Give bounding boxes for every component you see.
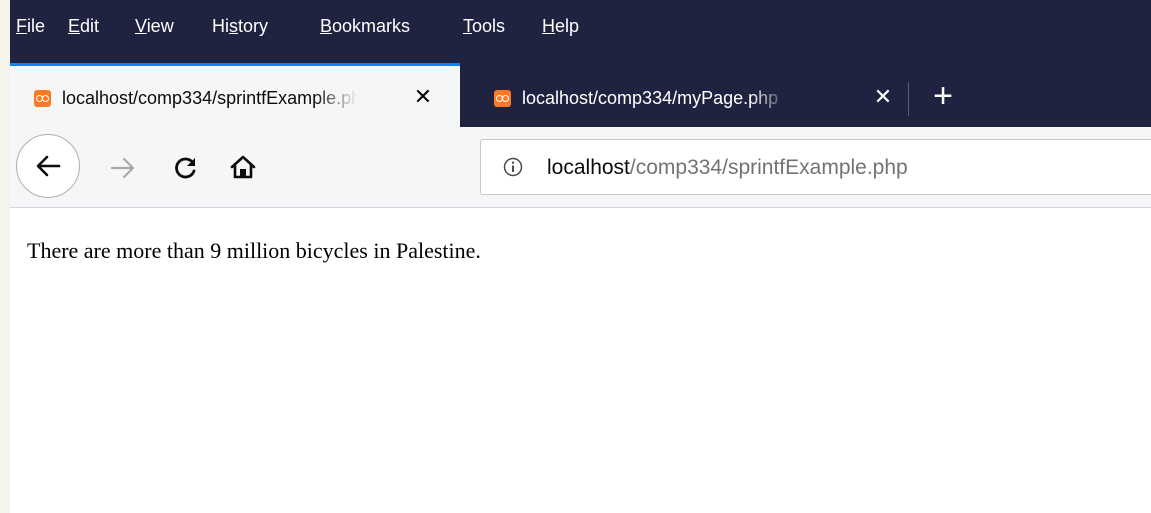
forward-arrow-icon[interactable]: [110, 155, 136, 181]
page-content: There are more than 9 million bicycles i…: [10, 208, 1151, 513]
browser-window: File Edit View History Bookmarks Tools H…: [10, 0, 1151, 513]
tab-sprintf-example[interactable]: localhost/comp334/sprintfExample.php ✕: [10, 63, 460, 127]
menu-history[interactable]: History: [212, 14, 268, 38]
back-arrow-icon: [36, 155, 61, 177]
tab-bar: localhost/comp334/sprintfExample.php ✕ l…: [10, 55, 1151, 127]
page-text: There are more than 9 million bicycles i…: [27, 238, 481, 263]
menu-help[interactable]: Help: [542, 14, 579, 38]
menu-bookmarks[interactable]: Bookmarks: [320, 14, 410, 38]
url-path: /comp334/sprintfExample.php: [629, 156, 908, 179]
back-button[interactable]: [16, 134, 80, 198]
tab-separator: [908, 82, 909, 116]
tab-my-page[interactable]: localhost/comp334/myPage.php ✕: [470, 63, 910, 127]
menu-view[interactable]: View: [135, 14, 174, 38]
close-tab-icon[interactable]: ✕: [412, 86, 434, 108]
url-host: localhost: [547, 156, 630, 179]
xampp-favicon-icon: [494, 90, 511, 107]
info-icon[interactable]: [503, 157, 523, 177]
url-text[interactable]: localhost/comp334/sprintfExample.php: [547, 155, 908, 181]
menu-edit[interactable]: Edit: [68, 14, 99, 38]
home-icon[interactable]: [229, 153, 257, 181]
xampp-favicon-icon: [34, 90, 51, 107]
new-tab-button[interactable]: +: [928, 79, 958, 113]
navigation-toolbar: localhost/comp334/sprintfExample.php: [10, 127, 1151, 208]
menu-tools[interactable]: Tools: [463, 14, 505, 38]
tab-title: localhost/comp334/myPage.php: [522, 88, 779, 108]
close-tab-icon[interactable]: ✕: [872, 86, 894, 108]
menu-bar: File Edit View History Bookmarks Tools H…: [10, 0, 1151, 55]
tab-title: localhost/comp334/sprintfExample.php: [62, 88, 358, 108]
url-bar[interactable]: localhost/comp334/sprintfExample.php: [480, 139, 1151, 195]
reload-icon[interactable]: [172, 155, 198, 181]
menu-file[interactable]: File: [16, 14, 45, 38]
